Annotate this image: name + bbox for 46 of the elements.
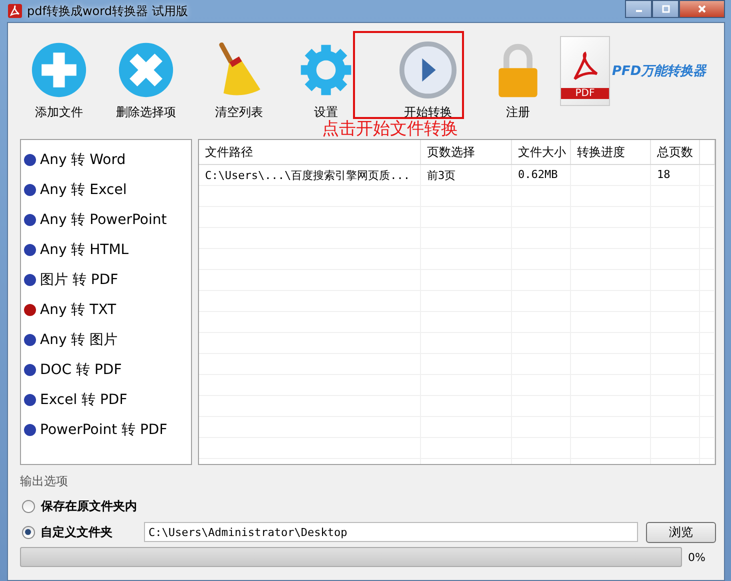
- play-icon: [399, 41, 457, 99]
- maximize-button[interactable]: [652, 0, 679, 18]
- column-header[interactable]: 文件路径: [199, 140, 421, 164]
- conversion-item[interactable]: Any 转 Excel: [21, 175, 191, 205]
- conversion-item[interactable]: Any 转 Word: [21, 145, 191, 175]
- conversion-item[interactable]: Any 转 PowerPoint: [21, 205, 191, 235]
- conversion-item[interactable]: Any 转 HTML: [21, 235, 191, 265]
- section-title: 输出选项: [20, 473, 69, 490]
- column-header[interactable]: 文件大小: [512, 140, 571, 164]
- minimize-button[interactable]: [625, 0, 652, 18]
- logo-text: PFD万能转换器: [612, 63, 706, 80]
- add-button[interactable]: 添加文件: [20, 27, 98, 119]
- column-header[interactable]: 转换进度: [571, 140, 651, 164]
- column-header[interactable]: 总页数: [651, 140, 700, 164]
- path-field[interactable]: C:\Users\Administrator\Desktop: [144, 522, 638, 542]
- table-cell: C:\Users\...\百度搜索引擎网页质...: [205, 169, 410, 182]
- window-title: pdf转换成word转换器 试用版: [27, 2, 188, 20]
- settings-button[interactable]: 设置: [284, 27, 368, 119]
- clear-button[interactable]: 清空列表: [194, 27, 284, 119]
- table-cell: 18: [657, 168, 670, 181]
- table-cell: 0.62MB: [518, 168, 558, 181]
- conversion-item[interactable]: Any 转 TXT: [21, 295, 191, 325]
- conversion-item[interactable]: 图片 转 PDF: [21, 265, 191, 295]
- maximize-icon: [660, 4, 670, 14]
- radio-button[interactable]: [22, 526, 35, 538]
- plus-icon: [30, 41, 88, 99]
- conversion-item[interactable]: PowerPoint 转 PDF: [21, 415, 191, 445]
- register-button[interactable]: 注册: [488, 27, 548, 119]
- start-button[interactable]: 开始转换: [368, 27, 488, 119]
- app-icon: [7, 3, 23, 19]
- x-icon: [117, 41, 175, 99]
- option-label: 自定义文件夹: [40, 524, 114, 540]
- pdf-file-icon: PDF: [560, 36, 610, 106]
- delete-button[interactable]: 删除选择项: [98, 27, 194, 119]
- browse-button[interactable]: 浏览: [646, 522, 716, 542]
- conversion-item[interactable]: DOC 转 PDF: [21, 355, 191, 385]
- table-cell: 前3页: [427, 169, 456, 182]
- option-label: 保存在原文件夹内: [41, 498, 138, 514]
- close-button[interactable]: [679, 0, 725, 18]
- radio-button[interactable]: [22, 500, 35, 512]
- conversion-item[interactable]: Any 转 图片: [21, 325, 191, 355]
- conversion-item[interactable]: Excel 转 PDF: [21, 385, 191, 415]
- close-icon: [697, 4, 707, 14]
- column-header[interactable]: 页数选择: [421, 140, 512, 164]
- annotation-text: 点击开始文件转换: [322, 119, 458, 139]
- progress-reading: 0%: [688, 550, 706, 564]
